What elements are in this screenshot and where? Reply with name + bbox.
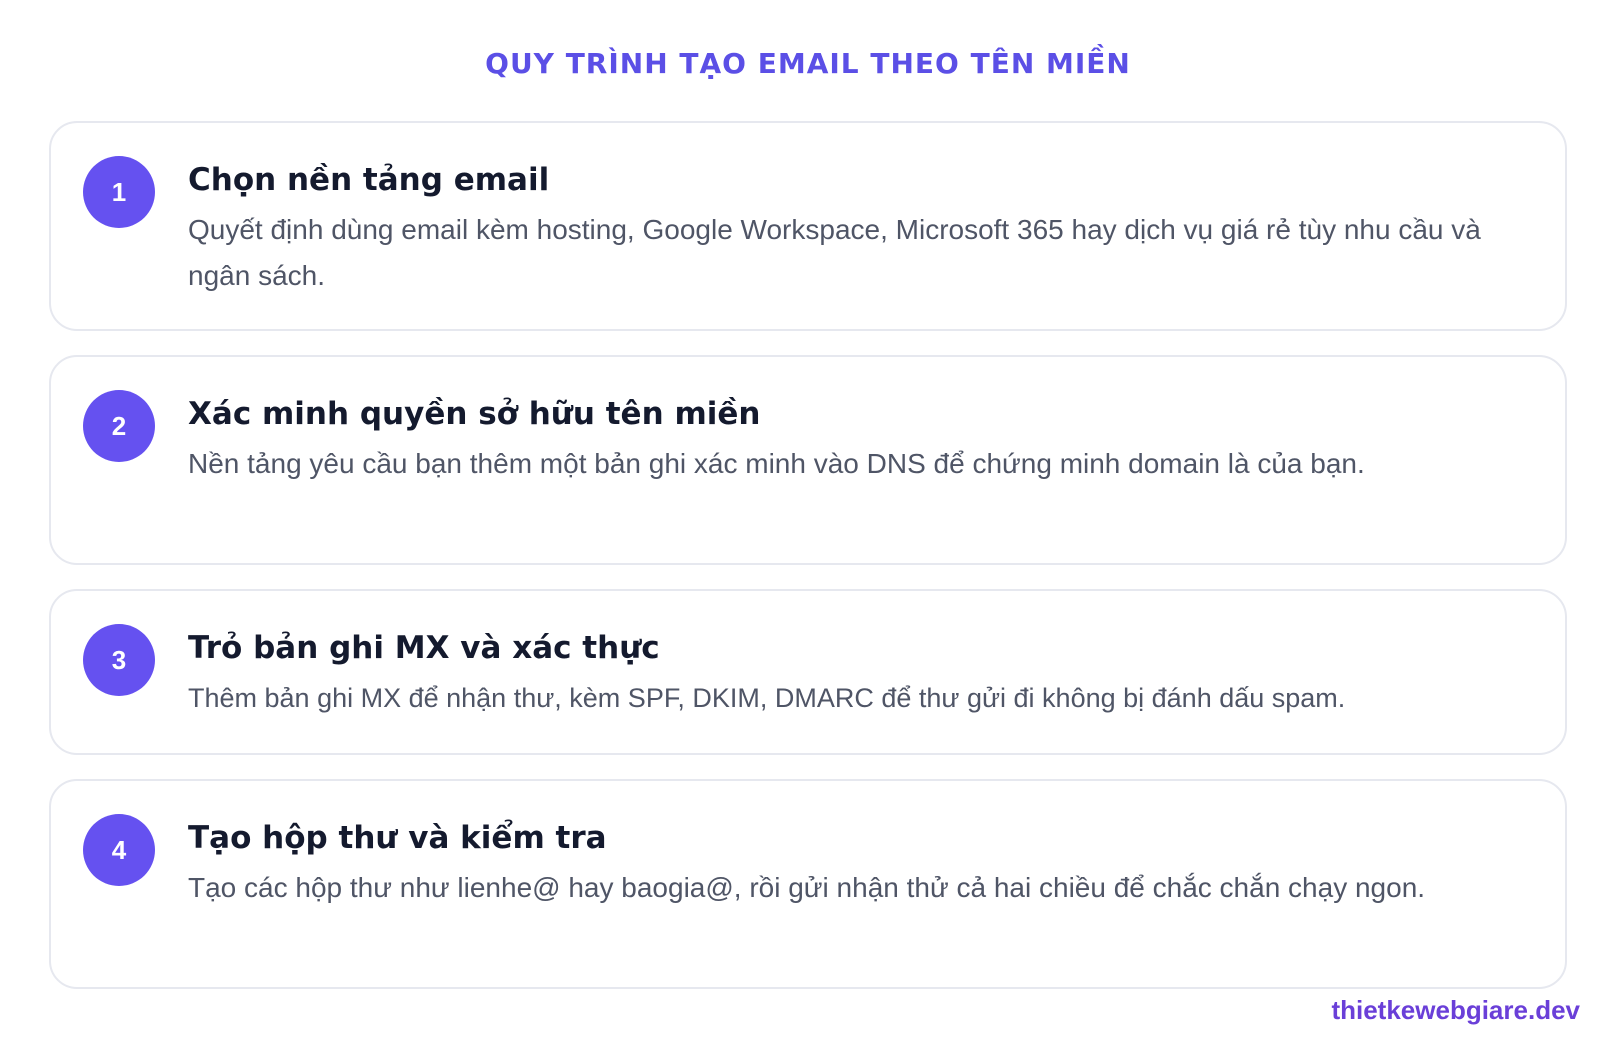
- step-number-badge: 1: [83, 156, 155, 228]
- step-card-2: 2 Xác minh quyền sở hữu tên miền Nền tản…: [49, 355, 1567, 565]
- step-body: Chọn nền tảng email Quyết định dùng emai…: [188, 159, 1538, 299]
- step-card-1: 1 Chọn nền tảng email Quyết định dùng em…: [49, 121, 1567, 331]
- step-card-4: 4 Tạo hộp thư và kiểm tra Tạo các hộp th…: [49, 779, 1567, 989]
- step-body: Xác minh quyền sở hữu tên miền Nền tảng …: [188, 393, 1538, 487]
- step-description: Tạo các hộp thư như lienhe@ hay baogia@,…: [188, 872, 1426, 903]
- page-title: QUY TRÌNH TẠO EMAIL THEO TÊN MIỀN: [485, 47, 1131, 80]
- step-number-badge: 3: [83, 624, 155, 696]
- step-number-badge: 4: [83, 814, 155, 886]
- steps-list: 1 Chọn nền tảng email Quyết định dùng em…: [49, 121, 1567, 1013]
- step-body: Tạo hộp thư và kiểm tra Tạo các hộp thư …: [188, 817, 1538, 911]
- step-description: Nền tảng yêu cầu bạn thêm một bản ghi xá…: [188, 448, 1365, 479]
- step-title: Xác minh quyền sở hữu tên miền: [188, 396, 761, 432]
- brand-link[interactable]: thietkewebgiare.dev: [1331, 995, 1580, 1026]
- step-number-badge: 2: [83, 390, 155, 462]
- step-title: Trỏ bản ghi MX và xác thực: [188, 630, 660, 666]
- step-description: Thêm bản ghi MX để nhận thư, kèm SPF, DK…: [188, 683, 1346, 713]
- step-title: Chọn nền tảng email: [188, 162, 550, 198]
- step-body: Trỏ bản ghi MX và xác thực Thêm bản ghi …: [188, 627, 1538, 721]
- step-title: Tạo hộp thư và kiểm tra: [188, 820, 607, 856]
- step-description: Quyết định dùng email kèm hosting, Googl…: [188, 214, 1481, 291]
- step-card-3: 3 Trỏ bản ghi MX và xác thực Thêm bản gh…: [49, 589, 1567, 755]
